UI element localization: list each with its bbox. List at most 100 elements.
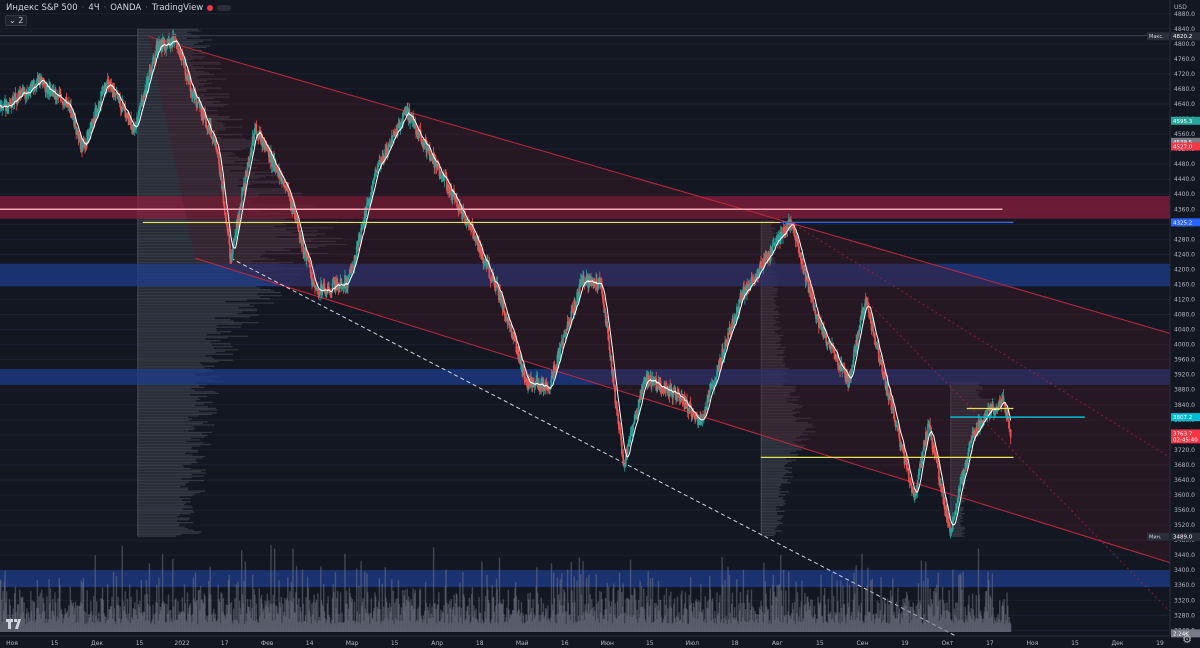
profile-bar [137, 403, 205, 405]
profile-bar [137, 415, 199, 417]
profile-bar [137, 492, 201, 494]
profile-bar [137, 531, 202, 533]
profile-bar [760, 510, 785, 513]
profile-bar [760, 486, 779, 488]
profile-bar [760, 503, 787, 505]
y-tick-label: 3640.0 [1174, 477, 1195, 484]
price-chart[interactable]: USD4880.04840.04800.04760.04720.04680.04… [0, 0, 1200, 648]
profile-bar [137, 328, 216, 330]
profile-bar [760, 495, 779, 497]
profile-bar [137, 30, 201, 32]
interval-label[interactable]: 4Ч [88, 3, 99, 13]
profile-bar [137, 475, 204, 477]
candle-body [228, 234, 231, 245]
candle-body [612, 373, 615, 386]
y-tick-label: 4880.0 [1174, 11, 1195, 18]
profile-bar [137, 458, 196, 461]
x-tick-label: Окт [941, 640, 953, 647]
profile-bar [137, 340, 221, 342]
volume-bar [273, 548, 276, 632]
profile-bar [137, 452, 185, 455]
x-tick-label: Ноя [6, 640, 18, 647]
zone-demand [0, 570, 1170, 588]
candle-body [361, 227, 364, 230]
profile-bar [137, 313, 238, 315]
profile-bar [137, 487, 189, 489]
profile-bar [137, 508, 184, 510]
profile-bar [137, 350, 225, 352]
profile-bar [760, 476, 793, 478]
profile-bar [137, 362, 200, 364]
profile-bar [950, 525, 961, 527]
profile-bar [760, 465, 784, 467]
profile-bar [137, 28, 199, 31]
profile-bar [137, 334, 207, 336]
profile-bar [137, 467, 191, 470]
profile-bar [137, 488, 189, 491]
candle-body [300, 233, 302, 242]
profile-bar [760, 473, 787, 475]
market-status-icon[interactable] [207, 5, 214, 11]
profile-bar [137, 493, 195, 495]
profile-bar [950, 535, 965, 537]
profile-bar [137, 451, 199, 453]
profile-bar [137, 439, 201, 441]
y-tick-label: 4760.0 [1174, 56, 1195, 63]
profile-bar [137, 484, 186, 486]
profile-bar [137, 532, 200, 534]
profile-bar [760, 488, 782, 490]
profile-bar [137, 305, 254, 307]
profile-bar [137, 528, 188, 530]
profile-bar [137, 466, 185, 468]
profile-bar [137, 293, 258, 295]
profile-bar [760, 485, 781, 487]
profile-bar [137, 504, 185, 506]
candle-body [872, 331, 875, 333]
profile-bar [137, 472, 206, 474]
profile-bar [950, 519, 961, 521]
profile-bar [137, 322, 259, 324]
y-tick-label: 3720.0 [1174, 447, 1195, 454]
price-tag-prefix: Макс. [1149, 34, 1164, 40]
profile-bar [137, 361, 220, 363]
profile-bar [137, 457, 203, 459]
chevron-down-icon: ⌄ [9, 16, 16, 25]
profile-bar [137, 535, 177, 537]
profile-bar [137, 304, 250, 306]
tradingview-logo-icon[interactable] [6, 619, 24, 629]
profile-bar [137, 353, 234, 355]
profile-bar [950, 534, 962, 536]
profile-bar [137, 326, 241, 328]
profile-bar [137, 317, 216, 319]
profile-bar [760, 515, 784, 517]
profile-bar [137, 485, 181, 488]
chart-legend[interactable]: Индекс S&P 500 · 4Ч · OANDA · TradingVie… [6, 3, 232, 13]
gear-icon[interactable]: ⚙ [1182, 633, 1192, 646]
profile-bar [137, 502, 187, 504]
price-tag-prefix: Мин. [1149, 535, 1162, 541]
profile-bar [137, 482, 186, 485]
profile-bar [137, 436, 205, 438]
profile-bar [137, 394, 191, 396]
profile-bar [137, 288, 271, 291]
profile-bar [137, 356, 212, 358]
profile-bar [137, 519, 190, 521]
candle-body [922, 450, 924, 458]
profile-bar [137, 367, 205, 369]
profile-bar [760, 527, 777, 529]
legend-values-pill[interactable] [217, 5, 232, 11]
candle-body [1008, 421, 1011, 430]
candle-body [549, 389, 551, 390]
profile-bar [137, 359, 233, 361]
profile-bar [137, 478, 182, 480]
profile-bar [137, 428, 194, 431]
x-tick-label: Июл [686, 640, 700, 647]
profile-bar [137, 481, 189, 483]
x-tick-label: Дек [91, 640, 103, 647]
profile-bar [137, 495, 193, 497]
profile-bar [760, 531, 776, 534]
indicators-collapse-button[interactable]: ⌄ 2 [5, 15, 28, 26]
symbol-name[interactable]: Индекс S&P 500 [6, 3, 78, 13]
profile-bar [137, 424, 215, 426]
profile-bar [760, 498, 783, 500]
